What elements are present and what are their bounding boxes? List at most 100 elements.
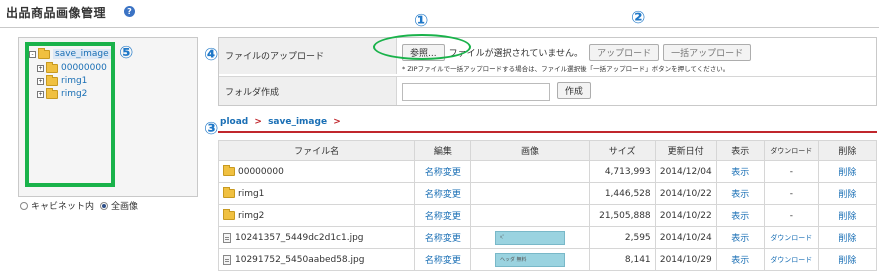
breadcrumb: pload > save_image > bbox=[218, 117, 877, 133]
col-header-image: 画像 bbox=[470, 140, 590, 161]
col-header-download: ダウンロード bbox=[763, 140, 819, 161]
tree-label[interactable]: rimg2 bbox=[61, 89, 87, 99]
folder-create-label: フォルダ作成 bbox=[219, 77, 397, 105]
download-cell: - bbox=[763, 160, 819, 183]
folder-icon bbox=[46, 74, 58, 86]
create-folder-button[interactable]: 作成 bbox=[556, 82, 591, 99]
upload-row: ファイルのアップロード 参照... ファイルが選択されていません。 アップロード… bbox=[219, 38, 876, 77]
col-header-view: 表示 bbox=[715, 140, 765, 161]
page-title: 出品商品画像管理 bbox=[6, 6, 107, 20]
browse-button[interactable]: 参照... bbox=[402, 44, 445, 61]
table-row: 10291752_5450aabed58.jpg 名称変更 ヘッダ 無料 8,1… bbox=[217, 248, 878, 271]
file-size: 2,595 bbox=[588, 226, 656, 249]
rename-link[interactable]: 名称変更 bbox=[414, 248, 472, 271]
delete-link[interactable]: 削除 bbox=[817, 160, 878, 183]
col-header-date: 更新日付 bbox=[654, 140, 717, 161]
download-link[interactable]: ダウンロード bbox=[763, 226, 819, 249]
image-thumbnail[interactable]: ヘッダ 無料 bbox=[494, 252, 565, 267]
marker-3: ③ bbox=[204, 119, 219, 139]
breadcrumb-save-image[interactable]: save_image bbox=[268, 117, 327, 127]
file-name[interactable]: 10241357_5449dc2d1c1.jpg bbox=[235, 233, 364, 243]
folder-name-input[interactable] bbox=[402, 82, 550, 101]
tree-label-root[interactable]: save_image bbox=[53, 49, 111, 59]
radio-all-images[interactable] bbox=[100, 201, 109, 210]
download-cell: - bbox=[763, 204, 819, 227]
file-name[interactable]: 00000000 bbox=[238, 167, 284, 177]
page-header: 出品商品画像管理 ? bbox=[0, 0, 879, 28]
file-name[interactable]: 10291752_5450aabed58.jpg bbox=[235, 255, 364, 265]
image-thumb-cell bbox=[470, 204, 590, 227]
breadcrumb-upload[interactable]: pload bbox=[220, 117, 248, 127]
file-name[interactable]: rimg1 bbox=[238, 189, 264, 199]
folder-icon bbox=[223, 187, 235, 198]
upload-button[interactable]: アップロード bbox=[589, 44, 660, 61]
tree-node-rimg2[interactable]: + rimg2 bbox=[37, 87, 87, 100]
file-size: 4,713,993 bbox=[588, 160, 656, 183]
file-date: 2014/10/22 bbox=[654, 204, 717, 227]
view-link[interactable]: 表示 bbox=[715, 160, 765, 183]
delete-link[interactable]: 削除 bbox=[817, 204, 878, 227]
rename-link[interactable]: 名称変更 bbox=[414, 182, 472, 205]
image-scope-radio-group: キャビネット内 全画像 bbox=[20, 199, 138, 212]
folder-tree-panel: - save_image + 00000000 + rimg1 + rimg2 bbox=[18, 37, 198, 197]
expand-icon[interactable]: + bbox=[37, 90, 44, 98]
folder-icon bbox=[46, 87, 58, 99]
marker-4: ④ bbox=[204, 45, 219, 65]
file-date: 2014/10/24 bbox=[654, 226, 717, 249]
image-thumb-cell bbox=[470, 182, 590, 205]
breadcrumb-separator: > bbox=[333, 117, 341, 127]
view-link[interactable]: 表示 bbox=[715, 182, 765, 205]
expand-icon[interactable]: + bbox=[37, 64, 44, 72]
breadcrumb-separator: > bbox=[254, 117, 262, 127]
tree-node-00000000[interactable]: + 00000000 bbox=[37, 61, 107, 74]
download-link[interactable]: ダウンロード bbox=[763, 248, 819, 271]
table-row: rimg2 名称変更 21,505,888 2014/10/22 表示 - 削除 bbox=[217, 204, 878, 227]
delete-link[interactable]: 削除 bbox=[817, 226, 878, 249]
upload-label: ファイルのアップロード bbox=[219, 38, 397, 74]
delete-link[interactable]: 削除 bbox=[817, 248, 878, 271]
folder-icon bbox=[223, 209, 235, 220]
tree-node-root[interactable]: - save_image bbox=[29, 47, 111, 60]
folder-create-controls: 作成 bbox=[397, 77, 876, 105]
rename-link[interactable]: 名称変更 bbox=[414, 226, 472, 249]
file-name[interactable]: rimg2 bbox=[238, 211, 264, 221]
download-cell: - bbox=[763, 182, 819, 205]
file-size: 1,446,528 bbox=[588, 182, 656, 205]
file-status-text: ファイルが選択されていません。 bbox=[448, 49, 584, 59]
folder-create-row: フォルダ作成 作成 bbox=[219, 77, 876, 105]
view-link[interactable]: 表示 bbox=[715, 226, 765, 249]
folder-icon bbox=[38, 47, 50, 59]
help-icon[interactable]: ? bbox=[124, 6, 135, 17]
radio-all-images-label[interactable]: 全画像 bbox=[111, 199, 138, 212]
expand-icon[interactable]: + bbox=[37, 77, 44, 85]
col-header-delete: 削除 bbox=[817, 140, 878, 161]
marker-2: ② bbox=[631, 8, 646, 28]
view-link[interactable]: 表示 bbox=[715, 204, 765, 227]
image-thumbnail[interactable]: ﾍﾟ bbox=[494, 230, 565, 245]
table-row: 10241357_5449dc2d1c1.jpg 名称変更 ﾍﾟ 2,595 2… bbox=[217, 226, 878, 249]
zip-note: * ZIPファイルで一括アップロードする場合は、ファイル選択後「一括アップロード… bbox=[402, 65, 730, 73]
folder-icon bbox=[46, 61, 58, 73]
table-header-row: ファイル名 編集 画像 サイズ 更新日付 表示 ダウンロード 削除 bbox=[217, 140, 878, 161]
view-link[interactable]: 表示 bbox=[715, 248, 765, 271]
rename-link[interactable]: 名称変更 bbox=[414, 204, 472, 227]
rename-link[interactable]: 名称変更 bbox=[414, 160, 472, 183]
tree-label[interactable]: 00000000 bbox=[61, 63, 107, 73]
upload-controls: 参照... ファイルが選択されていません。 アップロード 一括アップロード * … bbox=[397, 38, 876, 76]
file-size: 21,505,888 bbox=[588, 204, 656, 227]
tree-label[interactable]: rimg1 bbox=[61, 76, 87, 86]
image-thumb-cell bbox=[470, 160, 590, 183]
radio-cabinet-label[interactable]: キャビネット内 bbox=[31, 199, 94, 212]
tree-node-rimg1[interactable]: + rimg1 bbox=[37, 74, 87, 87]
file-size: 8,141 bbox=[588, 248, 656, 271]
file-date: 2014/10/22 bbox=[654, 182, 717, 205]
file-date: 2014/12/04 bbox=[654, 160, 717, 183]
radio-cabinet[interactable] bbox=[20, 201, 28, 210]
file-icon bbox=[223, 232, 231, 243]
col-header-filename: ファイル名 bbox=[217, 140, 416, 161]
col-header-size: サイズ bbox=[588, 140, 656, 161]
delete-link[interactable]: 削除 bbox=[817, 182, 878, 205]
bulk-upload-button[interactable]: 一括アップロード bbox=[663, 44, 752, 61]
collapse-icon[interactable]: - bbox=[29, 50, 36, 58]
marker-1: ① bbox=[414, 11, 429, 31]
